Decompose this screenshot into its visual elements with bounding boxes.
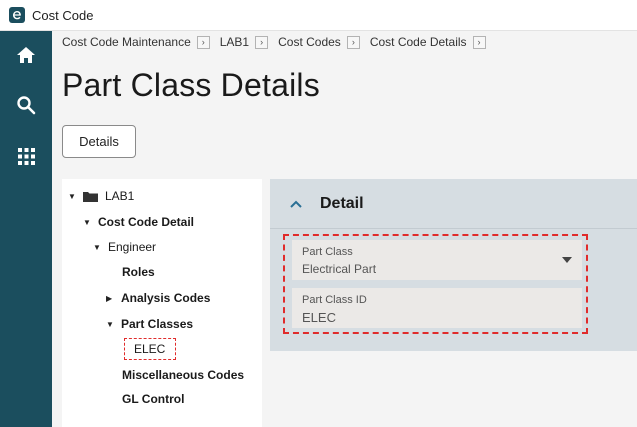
tree-item-gl-control[interactable]: GL Control <box>122 392 184 406</box>
tree-item-label: Analysis Codes <box>121 291 211 305</box>
tree-item-label: LAB1 <box>105 189 135 203</box>
tree-item-label: GL Control <box>122 392 185 406</box>
detail-section-header[interactable]: Detail <box>270 179 637 229</box>
detail-panel: Detail Part Class Electrical Part Part C… <box>270 179 637 351</box>
tree-item-label: Cost Code Detail <box>98 215 195 229</box>
detail-title: Detail <box>320 194 364 212</box>
main-content: Cost Code Maintenance › LAB1 › Cost Code… <box>52 31 637 427</box>
tree-item-label: Part Classes <box>121 317 194 331</box>
tree-item-label: Engineer <box>108 240 157 254</box>
caret-down-icon[interactable]: ▼ <box>93 243 101 252</box>
part-class-id-label: Part Class ID <box>302 294 367 306</box>
apps-grid-icon <box>17 147 35 165</box>
tree-item-miscellaneous-codes[interactable]: Miscellaneous Codes <box>122 368 244 382</box>
chevron-right-icon[interactable]: › <box>472 35 486 49</box>
folder-icon <box>83 191 98 202</box>
chevron-right-icon[interactable]: › <box>196 35 210 49</box>
tree-item-roles[interactable]: Roles <box>122 265 155 279</box>
chevron-right-icon[interactable]: › <box>255 35 269 49</box>
navigation-tree: ▼ LAB1 ▼ Cost Code Detail ▼ Engineer Rol… <box>62 179 262 427</box>
page-title: Part Class Details <box>62 67 320 103</box>
chevron-up-icon[interactable] <box>290 200 302 208</box>
search-button[interactable] <box>0 85 52 125</box>
tree-item-label: ELEC <box>134 342 166 356</box>
dropdown-arrow-icon[interactable] <box>562 257 572 263</box>
tree-item-label: Roles <box>122 265 155 279</box>
highlighted-field-group: Part Class Electrical Part Part Class ID… <box>283 234 588 334</box>
home-icon <box>17 47 35 63</box>
nav-rail <box>0 31 52 427</box>
home-button[interactable] <box>0 35 52 75</box>
caret-right-icon[interactable]: ▶ <box>106 294 114 303</box>
caret-down-icon[interactable]: ▼ <box>83 218 91 227</box>
app-logo-icon <box>9 7 25 23</box>
part-class-id-value: ELEC <box>302 310 336 325</box>
part-class-id-field[interactable]: Part Class ID ELEC <box>292 288 582 328</box>
tree-item-lab1[interactable]: ▼ LAB1 <box>68 189 134 203</box>
breadcrumb-cost-code-maintenance[interactable]: Cost Code Maintenance <box>62 35 191 49</box>
caret-down-icon[interactable]: ▼ <box>68 192 76 201</box>
tree-item-analysis-codes[interactable]: ▶ Analysis Codes <box>106 291 210 305</box>
tree-item-elec[interactable]: ELEC <box>124 338 176 360</box>
tree-item-cost-code-detail[interactable]: ▼ Cost Code Detail <box>83 215 194 229</box>
tree-item-label: Miscellaneous Codes <box>122 368 245 382</box>
caret-down-icon[interactable]: ▼ <box>106 320 114 329</box>
title-bar: Cost Code <box>0 0 637 31</box>
breadcrumb-cost-code-details[interactable]: Cost Code Details <box>370 35 467 49</box>
search-icon <box>17 96 36 115</box>
part-class-dropdown[interactable]: Part Class Electrical Part <box>292 240 582 280</box>
apps-button[interactable] <box>0 136 52 176</box>
tree-item-engineer[interactable]: ▼ Engineer <box>93 240 156 254</box>
breadcrumb: Cost Code Maintenance › LAB1 › Cost Code… <box>62 35 496 49</box>
part-class-value: Electrical Part <box>302 262 377 276</box>
breadcrumb-cost-codes[interactable]: Cost Codes <box>278 35 341 49</box>
part-class-label: Part Class <box>302 246 353 258</box>
app-title: Cost Code <box>32 7 94 23</box>
breadcrumb-lab1[interactable]: LAB1 <box>220 35 249 49</box>
tree-item-part-classes[interactable]: ▼ Part Classes <box>106 317 193 331</box>
details-button[interactable]: Details <box>62 125 136 158</box>
chevron-right-icon[interactable]: › <box>346 35 360 49</box>
